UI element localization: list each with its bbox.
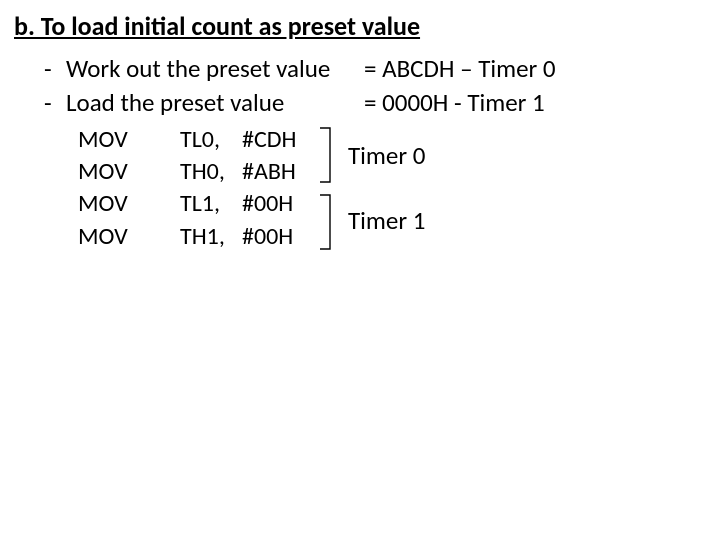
instruction-row: MOV TL1, #00H <box>78 188 316 220</box>
value: #00H <box>242 221 316 253</box>
instruction-row: MOV TH0, #ABH <box>78 156 316 188</box>
timer-label-column: Timer 0 Timer 1 <box>338 124 425 254</box>
bullet-left-text: Load the preset value <box>66 86 364 120</box>
instruction-column: MOV TL0, #CDH MOV TH0, #ABH MOV TL1, #00… <box>78 124 316 254</box>
right-bracket-icon <box>318 124 336 186</box>
bullet-right-text: = ABCDH – Timer 0 <box>364 52 556 86</box>
opcode: MOV <box>78 156 180 188</box>
opcode: MOV <box>78 221 180 253</box>
instruction-row: MOV TH1, #00H <box>78 221 316 253</box>
opcode: MOV <box>78 124 180 156</box>
value: #ABH <box>242 156 316 188</box>
value: #00H <box>242 188 316 220</box>
bullet-right-text: = 0000H - Timer 1 <box>364 86 545 120</box>
register: TH1, <box>180 221 242 253</box>
bullet-marker: - <box>44 52 66 86</box>
bullet-item: - Work out the preset value = ABCDH – Ti… <box>44 52 706 86</box>
bullet-left-text: Work out the preset value <box>66 52 364 86</box>
brace-column <box>316 124 338 254</box>
register: TL1, <box>180 188 242 220</box>
instruction-row: MOV TL0, #CDH <box>78 124 316 156</box>
bullet-marker: - <box>44 86 66 120</box>
code-block: MOV TL0, #CDH MOV TH0, #ABH MOV TL1, #00… <box>14 124 706 254</box>
register: TH0, <box>180 156 242 188</box>
opcode: MOV <box>78 188 180 220</box>
timer-label: Timer 1 <box>348 188 425 253</box>
timer-label: Timer 0 <box>348 124 425 189</box>
bullet-list: - Work out the preset value = ABCDH – Ti… <box>14 52 706 120</box>
value: #CDH <box>242 124 316 156</box>
register: TL0, <box>180 124 242 156</box>
bullet-item: - Load the preset value = 0000H - Timer … <box>44 86 706 120</box>
right-bracket-icon <box>318 191 336 253</box>
section-heading: b. To load initial count as preset value <box>14 10 706 42</box>
